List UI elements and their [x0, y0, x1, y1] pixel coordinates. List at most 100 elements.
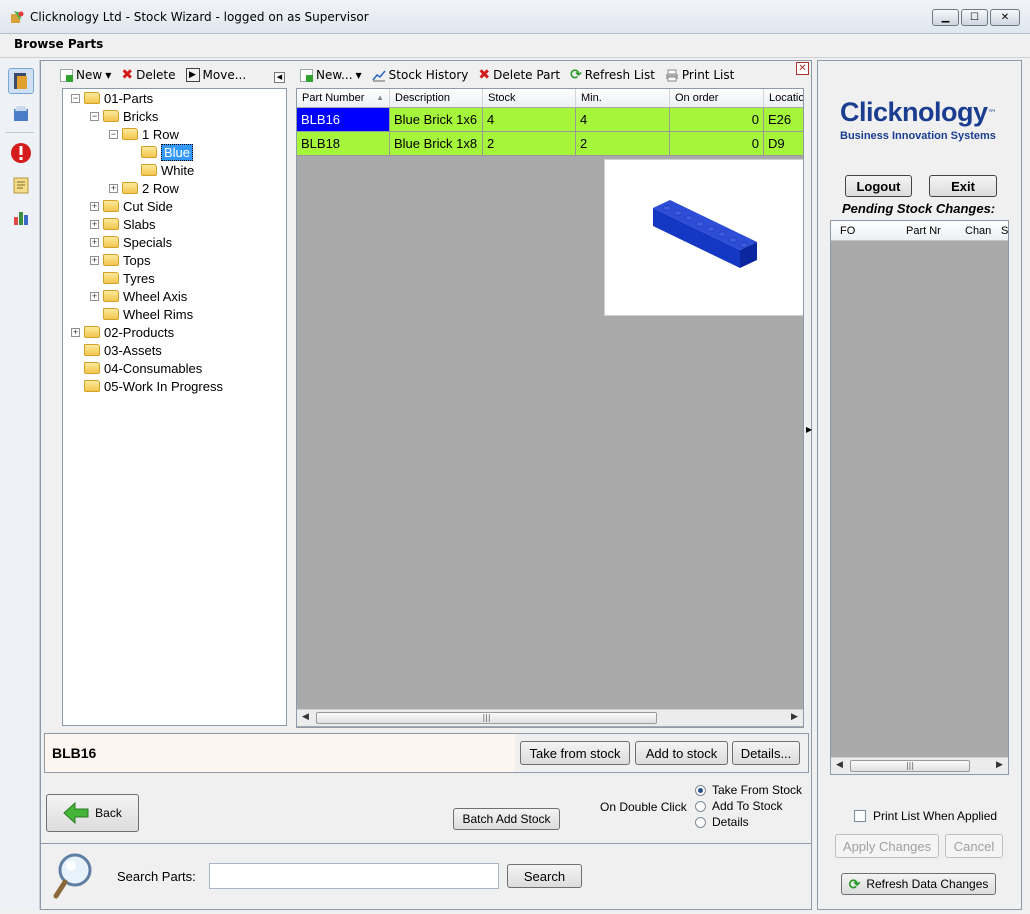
cell-location: D9: [764, 132, 803, 156]
col-s[interactable]: S: [1001, 225, 1008, 237]
expand-icon[interactable]: +: [90, 219, 99, 229]
tree-node[interactable]: Wheel Rims: [90, 305, 193, 323]
cancel-button[interactable]: Cancel: [945, 834, 1003, 858]
col-on-order[interactable]: On order: [670, 89, 764, 107]
exit-button[interactable]: Exit: [929, 175, 997, 197]
stock-history-button[interactable]: Stock History: [372, 68, 469, 82]
splitter-handle[interactable]: ▶: [806, 310, 812, 560]
scroll-left-icon: ◀: [836, 760, 843, 770]
print-when-applied-checkbox[interactable]: [854, 810, 866, 822]
tree-node-label: Blue: [161, 143, 194, 161]
collapse-icon[interactable]: −: [109, 129, 118, 139]
side-nav: [0, 60, 40, 910]
tree-move-button[interactable]: ▶ Move...: [185, 68, 246, 82]
col-description[interactable]: Description: [390, 89, 483, 107]
delete-part-label: Delete Part: [493, 68, 561, 82]
details-button[interactable]: Details...: [732, 741, 800, 765]
reports-nav-button[interactable]: [8, 204, 34, 230]
refresh-list-button[interactable]: ⟳ Refresh List: [570, 67, 655, 83]
col-location[interactable]: Locatio: [764, 89, 803, 107]
collapse-tree-button[interactable]: ◀: [274, 72, 285, 83]
parts-nav-button[interactable]: [8, 68, 34, 94]
dropdown-arrow-icon: ▼: [355, 70, 362, 80]
tree-node[interactable]: + Wheel Axis: [90, 287, 187, 305]
folder-icon: [103, 290, 119, 302]
option-take-from-stock[interactable]: Take From Stock: [695, 783, 802, 797]
tree-node[interactable]: + Specials: [90, 233, 172, 251]
option-details[interactable]: Details: [695, 815, 749, 829]
col-part-number[interactable]: Part Number ▲: [297, 89, 390, 107]
col-min[interactable]: Min.: [576, 89, 670, 107]
tree-node[interactable]: + Slabs: [90, 215, 156, 233]
apply-changes-button[interactable]: Apply Changes: [835, 834, 939, 858]
minimize-button[interactable]: ▁: [932, 9, 959, 26]
expand-icon[interactable]: +: [90, 237, 99, 247]
tree-node[interactable]: Tyres: [90, 269, 155, 287]
grid-toolbar: New... ▼ Stock History ✖ Delete Part ⟳ R…: [300, 64, 800, 86]
radio-add-to-stock[interactable]: [695, 800, 706, 812]
folder-icon: [141, 164, 157, 176]
refresh-data-changes-button[interactable]: ⟳ Refresh Data Changes: [841, 873, 996, 895]
grid-new-button[interactable]: New... ▼: [300, 68, 362, 82]
tree-node[interactable]: − 1 Row: [109, 125, 179, 143]
alert-icon: [11, 143, 31, 163]
title-bar: Clicknology Ltd - Stock Wizard - logged …: [0, 0, 1030, 34]
alerts-nav-button[interactable]: [8, 140, 34, 166]
expand-icon[interactable]: +: [71, 327, 80, 337]
back-button[interactable]: Back: [46, 794, 139, 832]
table-row[interactable]: BLB16 Blue Brick 1x6 4 4 0 E26: [297, 108, 803, 132]
scroll-thumb[interactable]: |||: [316, 712, 657, 724]
scroll-thumb[interactable]: |||: [850, 760, 970, 772]
folder-icon: [122, 182, 138, 194]
grid-header: Part Number ▲ Description Stock Min. On o…: [297, 89, 803, 107]
take-from-stock-button[interactable]: Take from stock: [520, 741, 630, 765]
stock-history-label: Stock History: [388, 68, 469, 82]
search-input[interactable]: [209, 863, 499, 889]
col-change[interactable]: Chan: [965, 225, 991, 237]
maximize-button[interactable]: ☐: [961, 9, 988, 26]
tree-delete-button[interactable]: ✖ Delete: [121, 67, 175, 83]
search-button[interactable]: Search: [507, 864, 582, 888]
tree-node[interactable]: Blue: [128, 143, 194, 161]
stock-nav-button[interactable]: [8, 100, 34, 126]
delete-part-button[interactable]: ✖ Delete Part: [478, 67, 560, 83]
print-list-button[interactable]: Print List: [665, 68, 734, 82]
collapse-icon[interactable]: −: [90, 111, 99, 121]
radio-details[interactable]: [695, 816, 706, 828]
expand-icon[interactable]: +: [109, 183, 118, 193]
collapse-icon[interactable]: −: [71, 93, 80, 103]
tree-new-button[interactable]: New ▼: [60, 68, 111, 82]
table-row[interactable]: BLB18 Blue Brick 1x8 2 2 0 D9: [297, 132, 803, 156]
pending-horizontal-scrollbar[interactable]: ◀ ||| ▶: [831, 757, 1008, 774]
selected-part-bar: BLB16 Take from stock Add to stock Detai…: [44, 733, 809, 773]
tree-node[interactable]: +2 Row: [109, 179, 179, 197]
col-part-nr[interactable]: Part Nr: [906, 225, 941, 237]
tree-node[interactable]: − Bricks: [90, 107, 158, 125]
radio-take-from-stock[interactable]: [695, 784, 706, 796]
notes-nav-button[interactable]: [8, 172, 34, 198]
cell-description: Blue Brick 1x8: [390, 132, 483, 156]
folder-icon: [84, 380, 100, 392]
expand-icon[interactable]: +: [90, 291, 99, 301]
tree-node[interactable]: + Cut Side: [90, 197, 173, 215]
tree-node[interactable]: +02-Products: [71, 323, 174, 341]
logout-button[interactable]: Logout: [845, 175, 912, 197]
expand-icon[interactable]: +: [90, 255, 99, 265]
tree-node[interactable]: 03-Assets: [71, 341, 162, 359]
grid-horizontal-scrollbar[interactable]: ◀ ||| ▶: [297, 709, 803, 726]
add-to-stock-button[interactable]: Add to stock: [635, 741, 728, 765]
col-stock[interactable]: Stock: [483, 89, 576, 107]
print-when-applied-row[interactable]: Print List When Applied: [854, 809, 997, 823]
close-grid-button[interactable]: ✕: [796, 62, 809, 75]
tree-node[interactable]: 04-Consumables: [71, 359, 202, 377]
tree-node[interactable]: White: [128, 161, 194, 179]
tree-node[interactable]: − 01-Parts: [71, 89, 153, 107]
option-add-to-stock[interactable]: Add To Stock: [695, 799, 783, 813]
expand-icon[interactable]: +: [90, 201, 99, 211]
col-fo[interactable]: FO: [840, 225, 855, 237]
batch-add-stock-button[interactable]: Batch Add Stock: [453, 808, 560, 830]
close-button[interactable]: ✕: [990, 9, 1020, 26]
tree-node[interactable]: 05-Work In Progress: [71, 377, 223, 395]
tree-node[interactable]: + Tops: [90, 251, 150, 269]
header-divider: [0, 57, 1030, 58]
